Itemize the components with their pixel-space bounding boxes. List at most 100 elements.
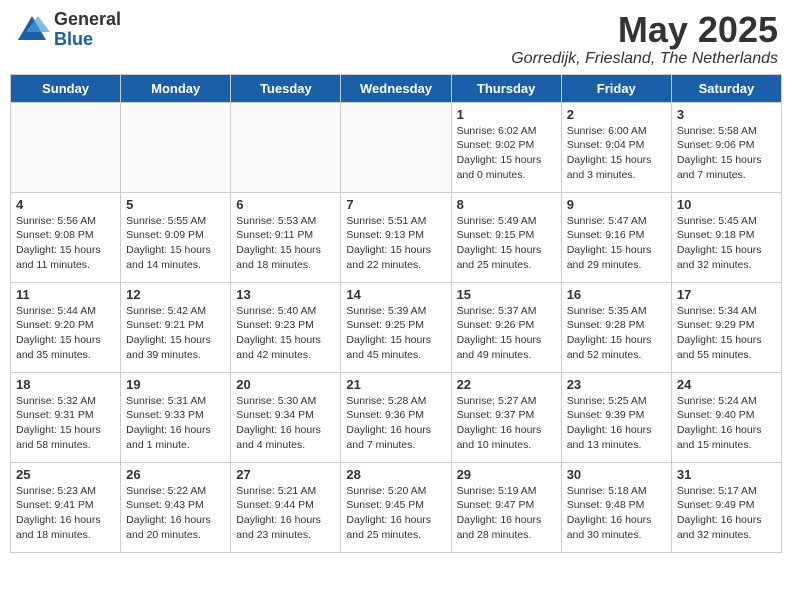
day-number: 24 [677,377,776,392]
day-cell: 13Sunrise: 5:40 AMSunset: 9:23 PMDayligh… [231,282,341,372]
day-number: 16 [567,287,666,302]
day-number: 27 [236,467,335,482]
day-cell: 20 Sunrise: 5:30 AMSunset: 9:34 PMDayligh… [231,372,341,462]
day-info: Sunrise: 5:45 AMSunset: 9:18 PMDaylight:… [677,214,776,273]
day-cell: 17 Sunrise: 5:34 AMSunset: 9:29 PMDayligh… [671,282,781,372]
day-number: 31 [677,467,776,482]
day-cell: 5 Sunrise: 5:55 AMSunset: 9:09 PMDaylight… [121,192,231,282]
day-info: Sunrise: 5:20 AMSunset: 9:45 PMDaylight:… [346,484,445,543]
day-info: Sunrise: 5:39 AMSunset: 9:25 PMDaylight:… [346,304,445,363]
day-info: Sunrise: 5:56 AMSunset: 9:08 PMDaylight:… [16,214,115,273]
day-cell: 24 Sunrise: 5:24 AMSunset: 9:40 PMDayligh… [671,372,781,462]
day-info: Sunrise: 5:42 AMSunset: 9:21 PMDaylight:… [126,304,225,363]
day-cell: 27 Sunrise: 5:21 AMSunset: 9:44 PMDayligh… [231,462,341,552]
week-row-1: 1 Sunrise: 6:02 AMSunset: 9:02 PMDaylight… [11,102,782,192]
day-number: 12 [126,287,225,302]
day-cell: 3 Sunrise: 5:58 AMSunset: 9:06 PMDaylight… [671,102,781,192]
day-cell: 1 Sunrise: 6:02 AMSunset: 9:02 PMDaylight… [451,102,561,192]
column-header-wednesday: Wednesday [341,74,451,102]
day-cell: 25Sunrise: 5:23 AMSunset: 9:41 PMDayligh… [11,462,121,552]
day-number: 2 [567,107,666,122]
day-info: Sunrise: 5:28 AMSunset: 9:36 PMDaylight:… [346,394,445,453]
day-info: Sunrise: 5:19 AMSunset: 9:47 PMDaylight:… [457,484,556,543]
day-number: 22 [457,377,556,392]
day-info: Sunrise: 5:22 AMSunset: 9:43 PMDaylight:… [126,484,225,543]
day-cell: 21 Sunrise: 5:28 AMSunset: 9:36 PMDayligh… [341,372,451,462]
month-title: May 2025 [511,10,778,50]
day-info: Sunrise: 5:37 AMSunset: 9:26 PMDaylight:… [457,304,556,363]
day-number: 30 [567,467,666,482]
day-cell: 12 Sunrise: 5:42 AMSunset: 9:21 PMDayligh… [121,282,231,372]
day-info: Sunrise: 5:18 AMSunset: 9:48 PMDaylight:… [567,484,666,543]
day-number: 21 [346,377,445,392]
day-cell [11,102,121,192]
column-header-thursday: Thursday [451,74,561,102]
day-cell: 26Sunrise: 5:22 AMSunset: 9:43 PMDayligh… [121,462,231,552]
day-number: 19 [126,377,225,392]
header: General Blue May 2025 Gorredijk, Friesla… [10,10,782,68]
day-number: 8 [457,197,556,212]
day-cell: 11 Sunrise: 5:44 AMSunset: 9:20 PMDayligh… [11,282,121,372]
day-number: 28 [346,467,445,482]
day-cell: 6Sunrise: 5:53 AMSunset: 9:11 PMDaylight… [231,192,341,282]
day-cell: 16 Sunrise: 5:35 AMSunset: 9:28 PMDayligh… [561,282,671,372]
day-number: 15 [457,287,556,302]
day-cell: 19 Sunrise: 5:31 AMSunset: 9:33 PMDayligh… [121,372,231,462]
day-number: 23 [567,377,666,392]
day-number: 29 [457,467,556,482]
day-cell: 30 Sunrise: 5:18 AMSunset: 9:48 PMDayligh… [561,462,671,552]
day-info: Sunrise: 5:23 AMSunset: 9:41 PMDaylight:… [16,484,115,543]
day-number: 10 [677,197,776,212]
day-number: 5 [126,197,225,212]
day-cell: 18Sunrise: 5:32 AMSunset: 9:31 PMDayligh… [11,372,121,462]
day-cell [121,102,231,192]
logo-general-text: General [54,10,121,30]
day-info: Sunrise: 6:00 AMSunset: 9:04 PMDaylight:… [567,124,666,183]
logo-text: General Blue [54,10,121,50]
day-info: Sunrise: 5:17 AMSunset: 9:49 PMDaylight:… [677,484,776,543]
day-info: Sunrise: 5:34 AMSunset: 9:29 PMDaylight:… [677,304,776,363]
column-header-monday: Monday [121,74,231,102]
day-number: 1 [457,107,556,122]
week-row-3: 11 Sunrise: 5:44 AMSunset: 9:20 PMDayligh… [11,282,782,372]
day-cell: 31 Sunrise: 5:17 AMSunset: 9:49 PMDayligh… [671,462,781,552]
day-info: Sunrise: 5:51 AMSunset: 9:13 PMDaylight:… [346,214,445,273]
column-header-friday: Friday [561,74,671,102]
day-cell: 15 Sunrise: 5:37 AMSunset: 9:26 PMDayligh… [451,282,561,372]
day-cell: 7Sunrise: 5:51 AMSunset: 9:13 PMDaylight… [341,192,451,282]
day-number: 4 [16,197,115,212]
day-cell: 14 Sunrise: 5:39 AMSunset: 9:25 PMDayligh… [341,282,451,372]
day-cell: 10 Sunrise: 5:45 AMSunset: 9:18 PMDayligh… [671,192,781,282]
day-info: Sunrise: 5:55 AMSunset: 9:09 PMDaylight:… [126,214,225,273]
day-info: Sunrise: 6:02 AMSunset: 9:02 PMDaylight:… [457,124,556,183]
title-area: May 2025 Gorredijk, Friesland, The Nethe… [511,10,778,68]
day-cell: 22 Sunrise: 5:27 AMSunset: 9:37 PMDayligh… [451,372,561,462]
logo-blue-text: Blue [54,30,121,50]
day-info: Sunrise: 5:44 AMSunset: 9:20 PMDaylight:… [16,304,115,363]
day-number: 3 [677,107,776,122]
day-info: Sunrise: 5:58 AMSunset: 9:06 PMDaylight:… [677,124,776,183]
day-number: 13 [236,287,335,302]
week-row-5: 25Sunrise: 5:23 AMSunset: 9:41 PMDayligh… [11,462,782,552]
day-number: 20 [236,377,335,392]
day-info: Sunrise: 5:30 AMSunset: 9:34 PMDaylight:… [236,394,335,453]
day-number: 14 [346,287,445,302]
day-number: 17 [677,287,776,302]
day-info: Sunrise: 5:49 AMSunset: 9:15 PMDaylight:… [457,214,556,273]
day-cell: 2 Sunrise: 6:00 AMSunset: 9:04 PMDaylight… [561,102,671,192]
day-info: Sunrise: 5:31 AMSunset: 9:33 PMDaylight:… [126,394,225,453]
day-number: 11 [16,287,115,302]
day-info: Sunrise: 5:35 AMSunset: 9:28 PMDaylight:… [567,304,666,363]
day-info: Sunrise: 5:24 AMSunset: 9:40 PMDaylight:… [677,394,776,453]
day-cell [341,102,451,192]
day-number: 9 [567,197,666,212]
day-info: Sunrise: 5:27 AMSunset: 9:37 PMDaylight:… [457,394,556,453]
day-info: Sunrise: 5:47 AMSunset: 9:16 PMDaylight:… [567,214,666,273]
day-info: Sunrise: 5:21 AMSunset: 9:44 PMDaylight:… [236,484,335,543]
week-row-2: 4 Sunrise: 5:56 AMSunset: 9:08 PMDaylight… [11,192,782,282]
day-cell [231,102,341,192]
calendar-table: SundayMondayTuesdayWednesdayThursdayFrid… [10,74,782,553]
day-cell: 8 Sunrise: 5:49 AMSunset: 9:15 PMDaylight… [451,192,561,282]
day-cell: 9 Sunrise: 5:47 AMSunset: 9:16 PMDaylight… [561,192,671,282]
location-title: Gorredijk, Friesland, The Netherlands [511,50,778,68]
